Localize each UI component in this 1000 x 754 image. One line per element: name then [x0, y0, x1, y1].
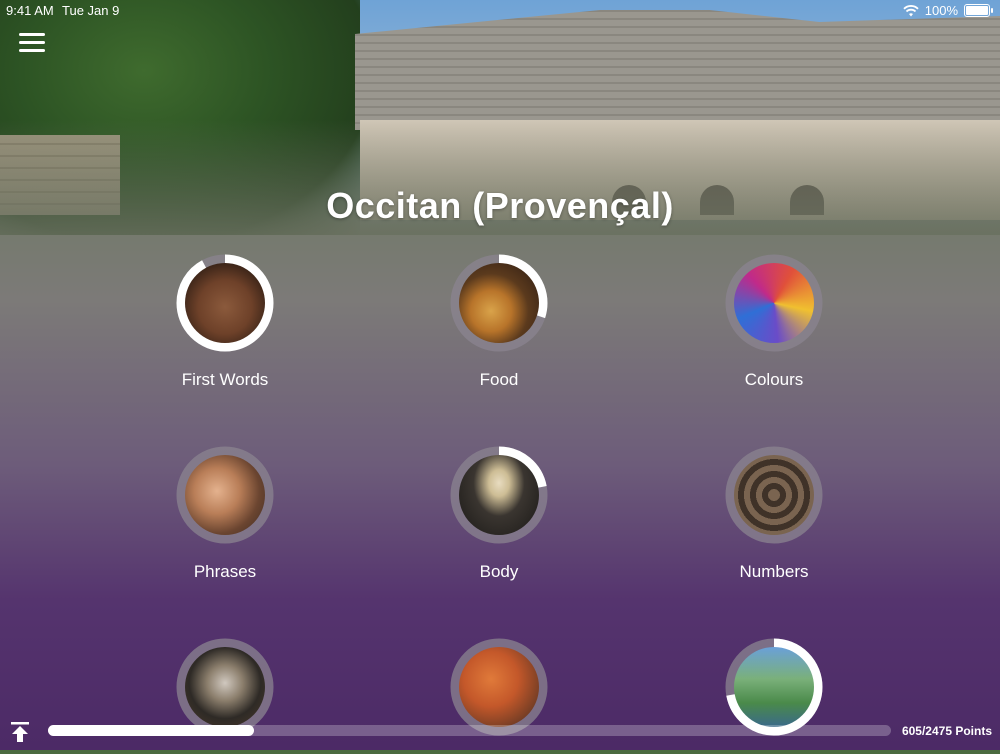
- progress-ring: [176, 254, 274, 352]
- church-roof: [355, 10, 1000, 130]
- status-time: 9:41 AM: [6, 3, 54, 18]
- progress-ring: [725, 254, 823, 352]
- status-right: 100%: [903, 3, 993, 18]
- battery-percent: 100%: [924, 3, 958, 18]
- category-label: Colours: [744, 370, 804, 389]
- points-progress-fill: [48, 725, 254, 736]
- category-first-words[interactable]: First Words: [115, 254, 335, 390]
- bottom-progress-bar: 605/2475 Points: [0, 710, 1000, 750]
- baby-face-photo: [185, 263, 265, 343]
- points-label: 605/2475 Points: [901, 724, 992, 738]
- wifi-icon: [903, 4, 919, 16]
- category-colours[interactable]: Colours: [664, 254, 884, 390]
- status-date: Tue Jan 9: [62, 3, 120, 18]
- colour-powder-photo: [734, 263, 814, 343]
- progress-ring: [725, 446, 823, 544]
- smiling-woman-photo: [185, 455, 265, 535]
- page-title: Occitan (Provençal): [326, 185, 674, 226]
- category-numbers[interactable]: Numbers: [664, 446, 884, 582]
- wooden-numbers-photo: [734, 455, 814, 535]
- progress-ring: [176, 446, 274, 544]
- points-progress-track: [48, 725, 891, 736]
- category-body[interactable]: Body: [389, 446, 609, 582]
- category-phrases[interactable]: Phrases: [115, 446, 335, 582]
- category-food[interactable]: Food: [389, 254, 609, 390]
- category-label: Food: [479, 370, 519, 389]
- skeleton-photo: [459, 455, 539, 535]
- category-label: Phrases: [193, 562, 257, 581]
- status-bar: 9:41 AM Tue Jan 9 100%: [0, 0, 1000, 20]
- progress-ring: [450, 254, 548, 352]
- progress-ring: [450, 446, 548, 544]
- hamburger-menu-icon[interactable]: [19, 33, 45, 53]
- category-label: First Words: [181, 370, 269, 389]
- battery-icon: [964, 4, 993, 17]
- burger-fries-photo: [459, 263, 539, 343]
- category-label: Body: [479, 562, 519, 581]
- scroll-to-top-icon[interactable]: [10, 721, 30, 743]
- category-label: Numbers: [739, 562, 809, 581]
